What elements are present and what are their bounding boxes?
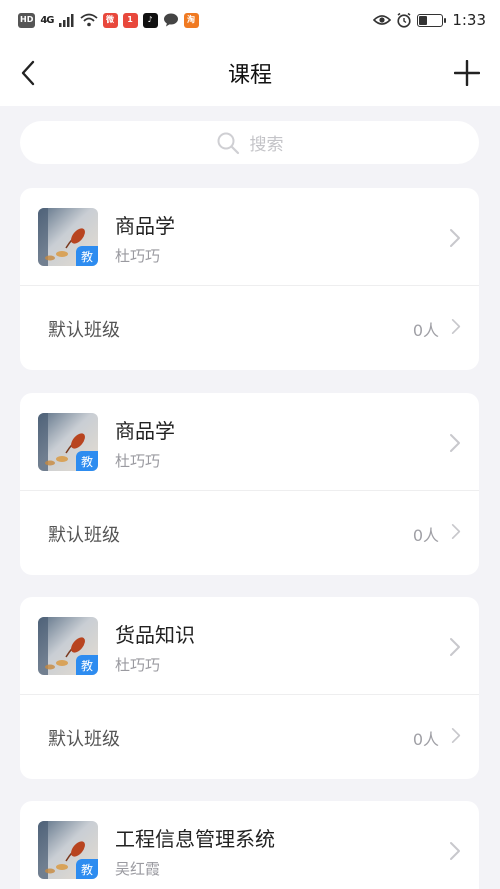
class-name: 默认班级 <box>48 320 120 341</box>
course-title: 货品知识 <box>115 623 195 647</box>
search-input[interactable]: 搜索 <box>20 121 479 164</box>
clock: 1:33 <box>452 11 486 29</box>
taobao-icon: 淘 <box>183 12 199 28</box>
teacher-badge: 教 <box>76 246 98 266</box>
class-name: 默认班级 <box>48 729 120 750</box>
add-course-button[interactable] <box>452 58 482 88</box>
notification-app-icon: 1 <box>122 12 138 28</box>
tiktok-icon: ♪ <box>142 12 158 28</box>
class-member-count: 0人 <box>412 730 439 749</box>
course-cover-image: 教 <box>38 821 98 879</box>
class-member-count: 0人 <box>412 321 439 340</box>
class-item[interactable]: 默认班级 0人 <box>20 286 479 370</box>
chevron-right-icon <box>451 523 461 539</box>
chevron-right-icon <box>451 319 461 334</box>
search-placeholder: 搜索 <box>249 135 284 155</box>
class-member-count: 0人 <box>412 526 439 545</box>
weibo-app-icon: 微 <box>102 12 118 28</box>
course-title: 商品学 <box>115 214 175 238</box>
plus-icon <box>454 60 480 86</box>
chevron-right-icon <box>450 434 460 452</box>
teacher-badge: 教 <box>76 859 98 879</box>
course-card: 教 工程信息管理系统 吴红霞 <box>20 801 479 889</box>
course-item[interactable]: 教 工程信息管理系统 吴红霞 <box>20 801 479 889</box>
course-card: 教 商品学 杜巧巧 默认班级 0人 <box>20 188 479 370</box>
page-title: 课程 <box>227 63 272 88</box>
class-item[interactable]: 默认班级 0人 <box>20 491 479 575</box>
alarm-icon <box>397 12 411 28</box>
course-teacher: 吴红霞 <box>115 860 161 878</box>
back-button[interactable] <box>14 58 42 88</box>
teacher-badge: 教 <box>76 655 98 675</box>
chevron-right-icon <box>451 727 461 743</box>
eye-icon <box>373 15 392 25</box>
chevron-right-icon <box>450 638 460 656</box>
course-teacher: 杜巧巧 <box>115 452 161 470</box>
course-card: 教 货品知识 杜巧巧 默认班级 0人 <box>20 597 479 779</box>
course-cover-image: 教 <box>38 617 98 675</box>
course-cover-image: 教 <box>38 208 98 266</box>
course-cover-image: 教 <box>38 413 98 471</box>
course-title: 商品学 <box>115 419 175 443</box>
battery-icon <box>417 13 447 27</box>
chat-bubble-icon <box>163 13 178 27</box>
status-right: 1:33 <box>373 11 486 29</box>
app-header: 课程 <box>0 40 500 106</box>
course-teacher: 杜巧巧 <box>115 247 161 265</box>
signal-icon <box>58 14 74 27</box>
status-left: HD 4G 微 1 ♪ 淘 <box>18 12 199 28</box>
class-item[interactable]: 默认班级 0人 <box>20 695 479 779</box>
chevron-right-icon <box>450 229 460 247</box>
course-item[interactable]: 教 商品学 杜巧巧 <box>20 393 479 491</box>
course-card: 教 商品学 杜巧巧 默认班级 0人 <box>20 393 479 575</box>
teacher-badge: 教 <box>76 451 98 471</box>
course-teacher: 杜巧巧 <box>115 656 161 674</box>
network-type: 4G <box>40 14 54 26</box>
course-item[interactable]: 教 货品知识 杜巧巧 <box>20 597 479 695</box>
course-title: 工程信息管理系统 <box>115 827 275 851</box>
hd-indicator: HD <box>18 12 36 28</box>
class-name: 默认班级 <box>48 525 120 546</box>
status-bar: HD 4G 微 1 ♪ 淘 1:33 <box>0 0 500 40</box>
course-item[interactable]: 教 商品学 杜巧巧 <box>20 188 479 286</box>
chevron-left-icon <box>21 60 35 86</box>
wifi-icon <box>79 13 98 27</box>
chevron-right-icon <box>450 842 460 860</box>
search-icon <box>217 132 239 154</box>
